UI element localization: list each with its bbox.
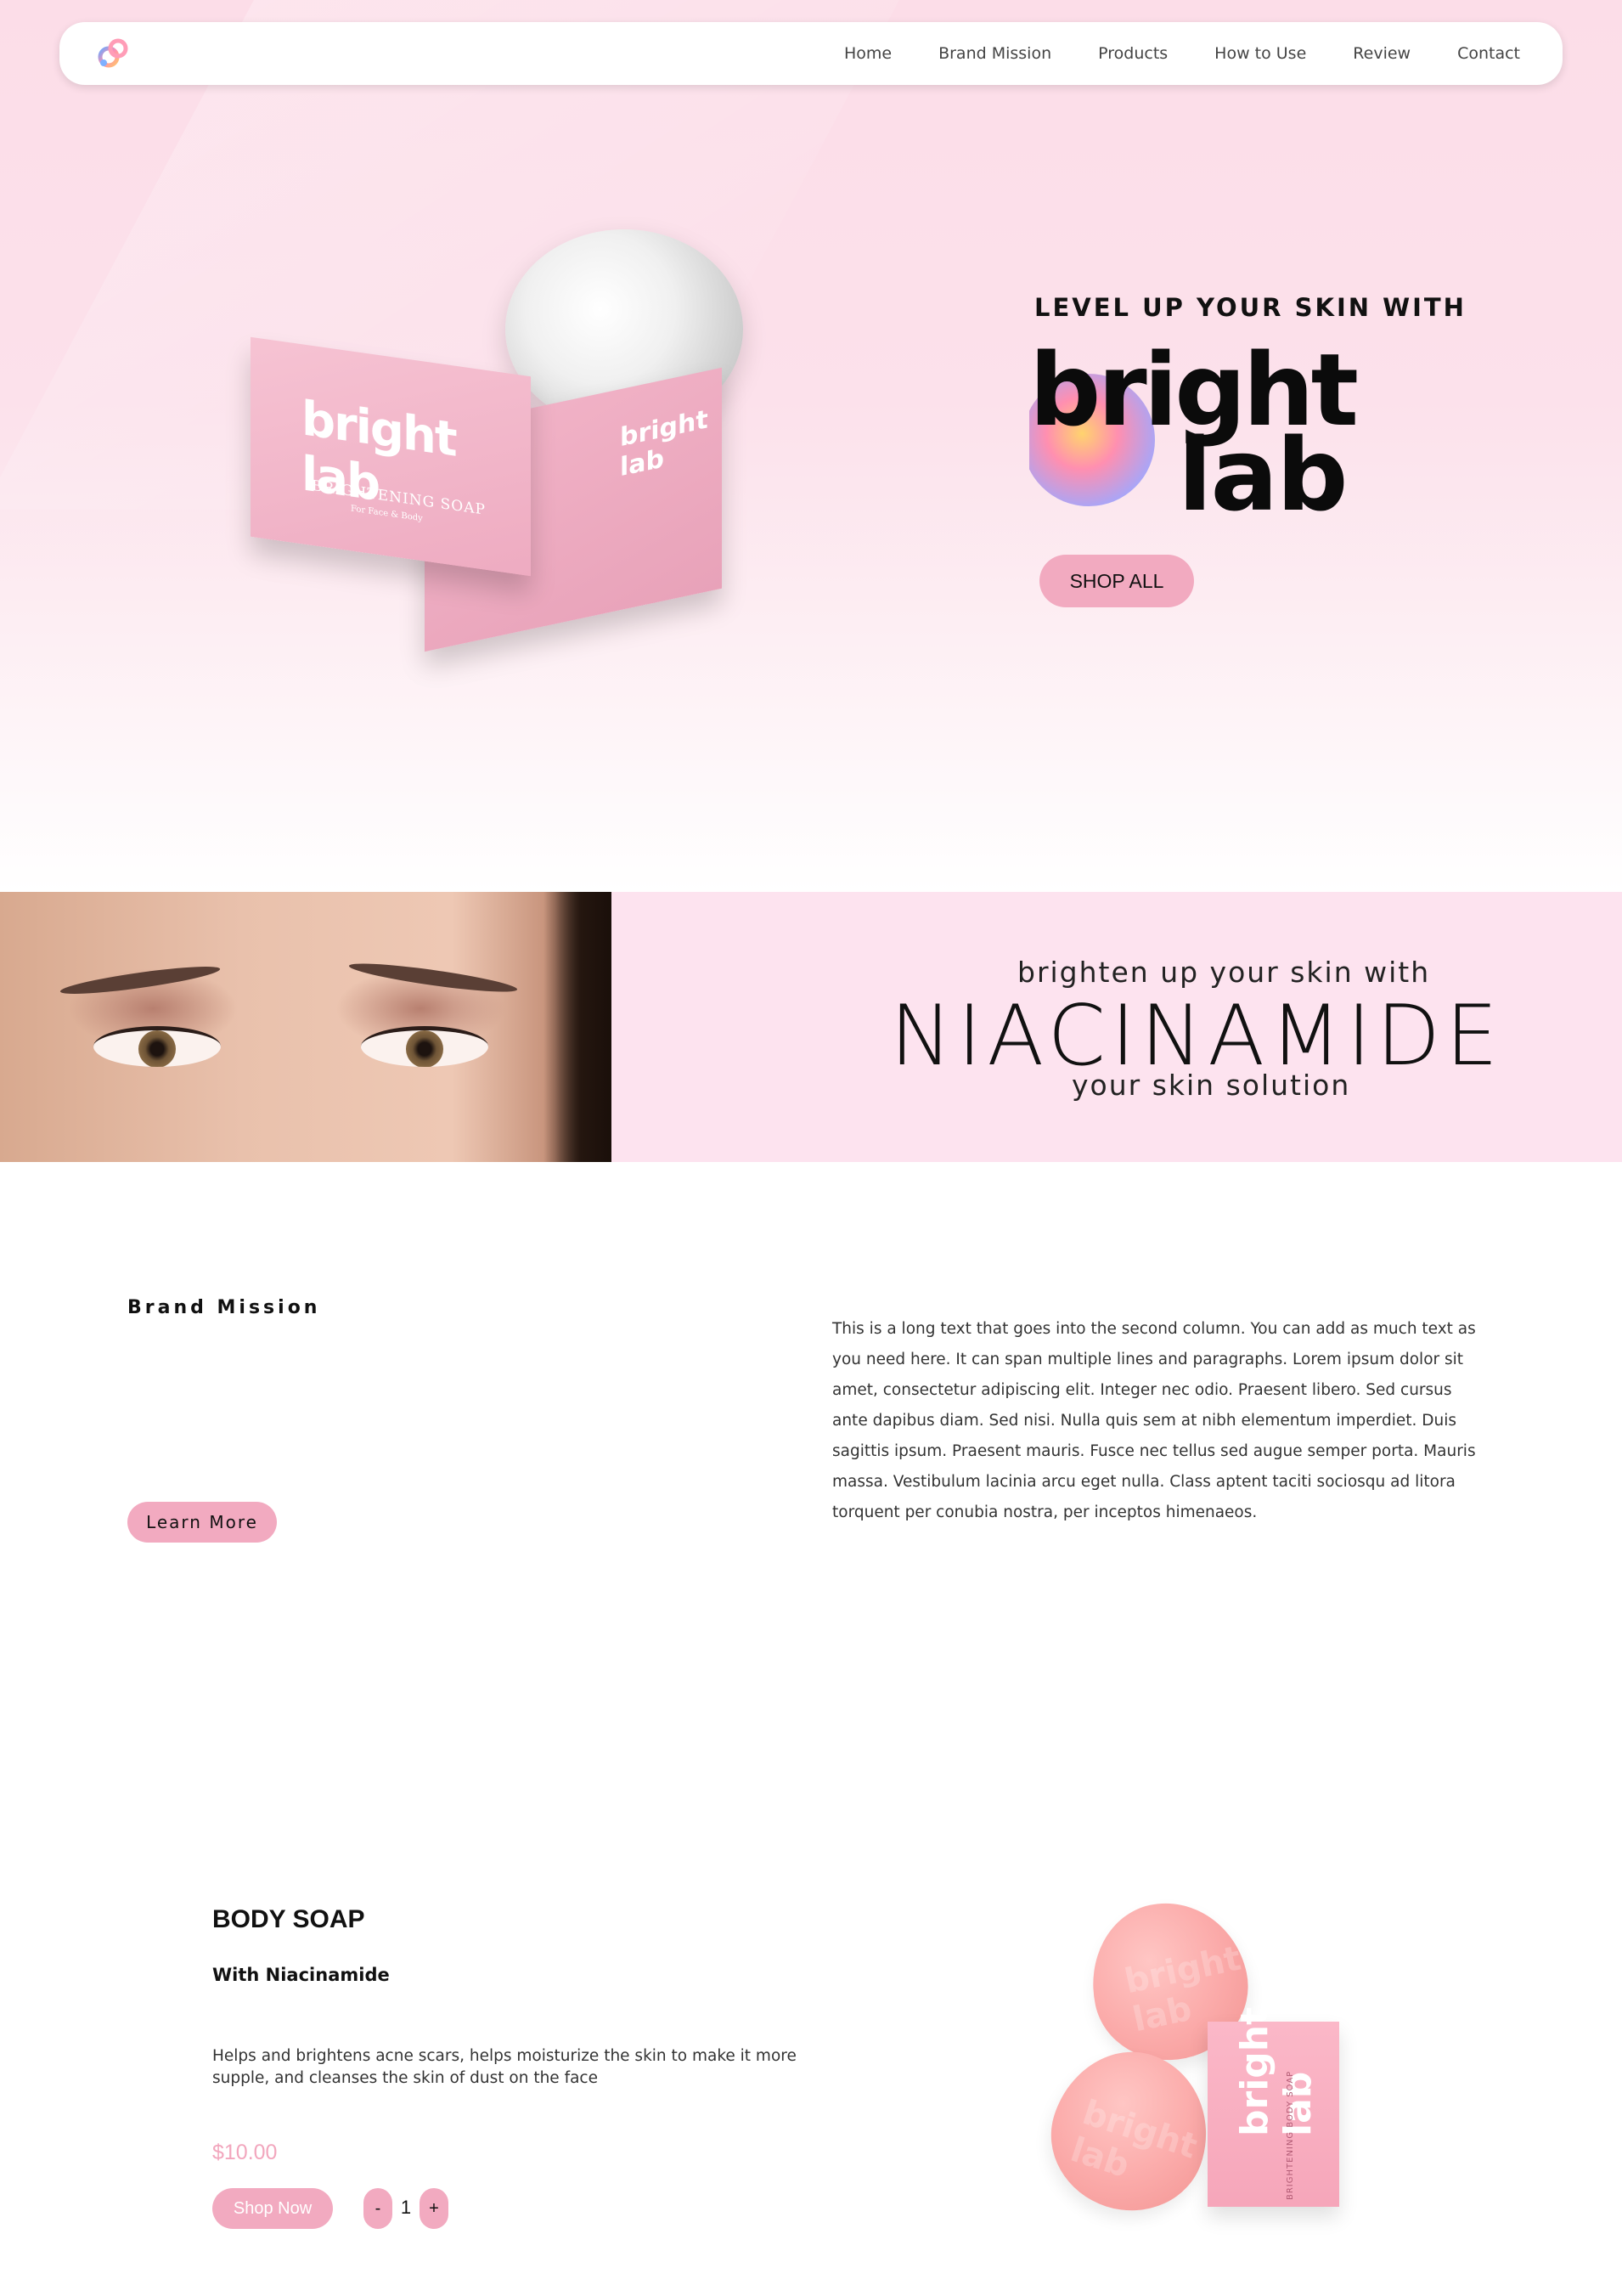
soap-box-label: BRIGHTENING BODY SOAP bbox=[1286, 2070, 1295, 2200]
hero-tagline: LEVEL UP YOUR SKIN WITH bbox=[1034, 293, 1467, 322]
product-price: $10.00 bbox=[212, 2141, 278, 2164]
nav-products[interactable]: Products bbox=[1098, 44, 1168, 63]
nav-links: Home Brand Mission Products How to Use R… bbox=[797, 22, 1520, 85]
nav-brand-mission[interactable]: Brand Mission bbox=[938, 44, 1051, 63]
niacinamide-banner: brighten up your skin with NIACINAMIDE y… bbox=[0, 892, 1622, 1162]
right-eye bbox=[361, 1026, 488, 1067]
nav-review[interactable]: Review bbox=[1353, 44, 1411, 63]
nav-home[interactable]: Home bbox=[844, 44, 892, 63]
body-soap-box: bright lab BRIGHTENING BODY SOAP bbox=[1208, 2007, 1339, 2207]
face-closeup-image bbox=[0, 892, 611, 1162]
box-back-logo: bright lab bbox=[620, 404, 708, 483]
wordmark-lab: lab bbox=[1178, 416, 1347, 518]
hero-section: Home Brand Mission Products How to Use R… bbox=[0, 0, 1622, 892]
banner-line-3: your skin solution bbox=[1072, 1069, 1351, 1102]
brand-mission-text: This is a long text that goes into the s… bbox=[832, 1320, 1476, 1521]
soap-box-logo: bright lab bbox=[1233, 2006, 1320, 2136]
box-front-logo: bright lab bbox=[301, 391, 456, 513]
product-description: Helps and brightens acne scars, helps mo… bbox=[212, 2047, 797, 2087]
brand-mission-heading: Brand Mission bbox=[127, 1297, 321, 1318]
hair-edge bbox=[543, 892, 611, 1162]
quantity-value: 1 bbox=[400, 2197, 412, 2218]
soap-box-front: bright lab BRIGHTENING SOAP For Face & B… bbox=[251, 336, 531, 577]
shop-all-button[interactable]: SHOP ALL bbox=[1039, 555, 1194, 607]
nav-contact[interactable]: Contact bbox=[1457, 44, 1520, 63]
top-nav: Home Brand Mission Products How to Use R… bbox=[59, 22, 1563, 85]
learn-more-button[interactable]: Learn More bbox=[127, 1502, 277, 1543]
banner-line-1: brighten up your skin with bbox=[1017, 956, 1431, 989]
left-eye bbox=[93, 1026, 221, 1067]
quantity-increase-button[interactable]: + bbox=[420, 2188, 448, 2229]
quantity-decrease-button[interactable]: - bbox=[363, 2188, 392, 2229]
brand-logo-icon[interactable] bbox=[95, 35, 132, 72]
brightlab-wordmark: bright lab bbox=[1029, 331, 1360, 518]
product-subtitle: With Niacinamide bbox=[212, 1965, 390, 1985]
shop-now-button[interactable]: Shop Now bbox=[212, 2188, 333, 2229]
soap-bar-bottom: bright lab bbox=[1032, 2032, 1229, 2231]
product-title: BODY SOAP bbox=[212, 1905, 365, 1933]
nav-how-to-use[interactable]: How to Use bbox=[1214, 44, 1306, 63]
